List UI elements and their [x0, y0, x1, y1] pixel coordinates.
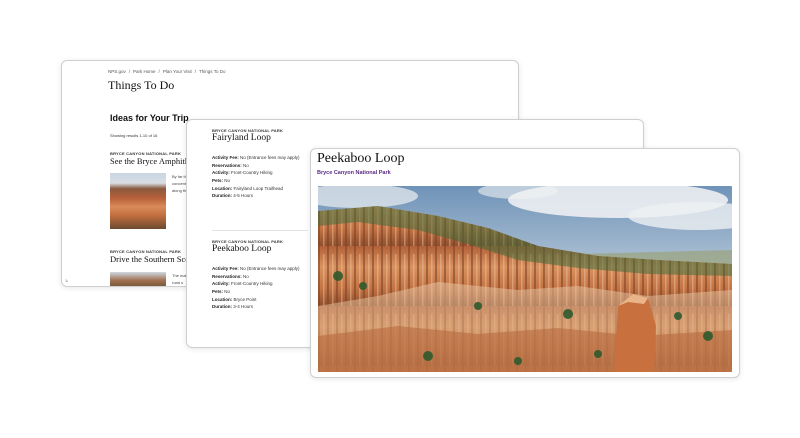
detail-row: Reservations: No	[212, 273, 249, 279]
detail-row: Activity: Front-Country Hiking	[212, 170, 273, 176]
divider	[212, 230, 308, 231]
detail-row: Duration: 4-5 Hours	[212, 193, 254, 199]
breadcrumb-link-nps[interactable]: NPS.gov	[108, 69, 126, 74]
corner-arrow-icon: ↳	[65, 278, 69, 283]
detail-row: Duration: 3-4 Hours	[212, 304, 254, 310]
page-title: Peekaboo Loop	[317, 151, 405, 166]
section-title: Ideas for Your Trip	[110, 113, 189, 123]
breadcrumb-link-park-home[interactable]: Park Home	[133, 69, 156, 74]
activity-title-link[interactable]: Peekaboo Loop	[212, 244, 271, 254]
breadcrumb-link-plan-your-visit[interactable]: Plan Your Visit	[163, 69, 192, 74]
detail-row: Activity Fee: No (Entrance fees may appl…	[212, 266, 300, 271]
result-thumbnail[interactable]	[110, 272, 166, 286]
peekaboo-loop-page: Peekaboo Loop Bryce Canyon National Park	[310, 148, 740, 378]
results-count: Showing results 1-10 of 16	[110, 133, 158, 138]
bryce-canyon-hoodoos-photo	[318, 186, 732, 372]
activity-details: Activity Fee: No (Entrance fees may appl…	[212, 265, 300, 311]
detail-row: Activity: Front-Country Hiking	[212, 281, 273, 287]
detail-row: Activity Fee: No (Entrance fees may appl…	[212, 155, 300, 160]
breadcrumb-separator: /	[194, 69, 197, 74]
activity-title-link[interactable]: Fairyland Loop	[212, 133, 271, 143]
page-title: Things To Do	[108, 78, 175, 92]
detail-row: Location: Bryce Point	[212, 296, 257, 302]
detail-row: Reservations: No	[212, 162, 249, 168]
breadcrumb-separator: /	[158, 69, 160, 74]
breadcrumb-separator: /	[128, 69, 131, 74]
result-thumbnail[interactable]	[110, 173, 166, 229]
activity-details: Activity Fee: No (Entrance fees may appl…	[212, 154, 300, 200]
detail-row: Location: Fairyland Loop Trailhead	[212, 185, 284, 191]
park-name-link[interactable]: Bryce Canyon National Park	[317, 170, 391, 176]
breadcrumb-current: Things To Do	[199, 69, 226, 74]
breadcrumb: NPS.gov / Park Home / Plan Your Visit / Things…	[108, 69, 225, 74]
detail-row: Pets: No	[212, 289, 231, 295]
detail-row: Pets: No	[212, 178, 231, 184]
